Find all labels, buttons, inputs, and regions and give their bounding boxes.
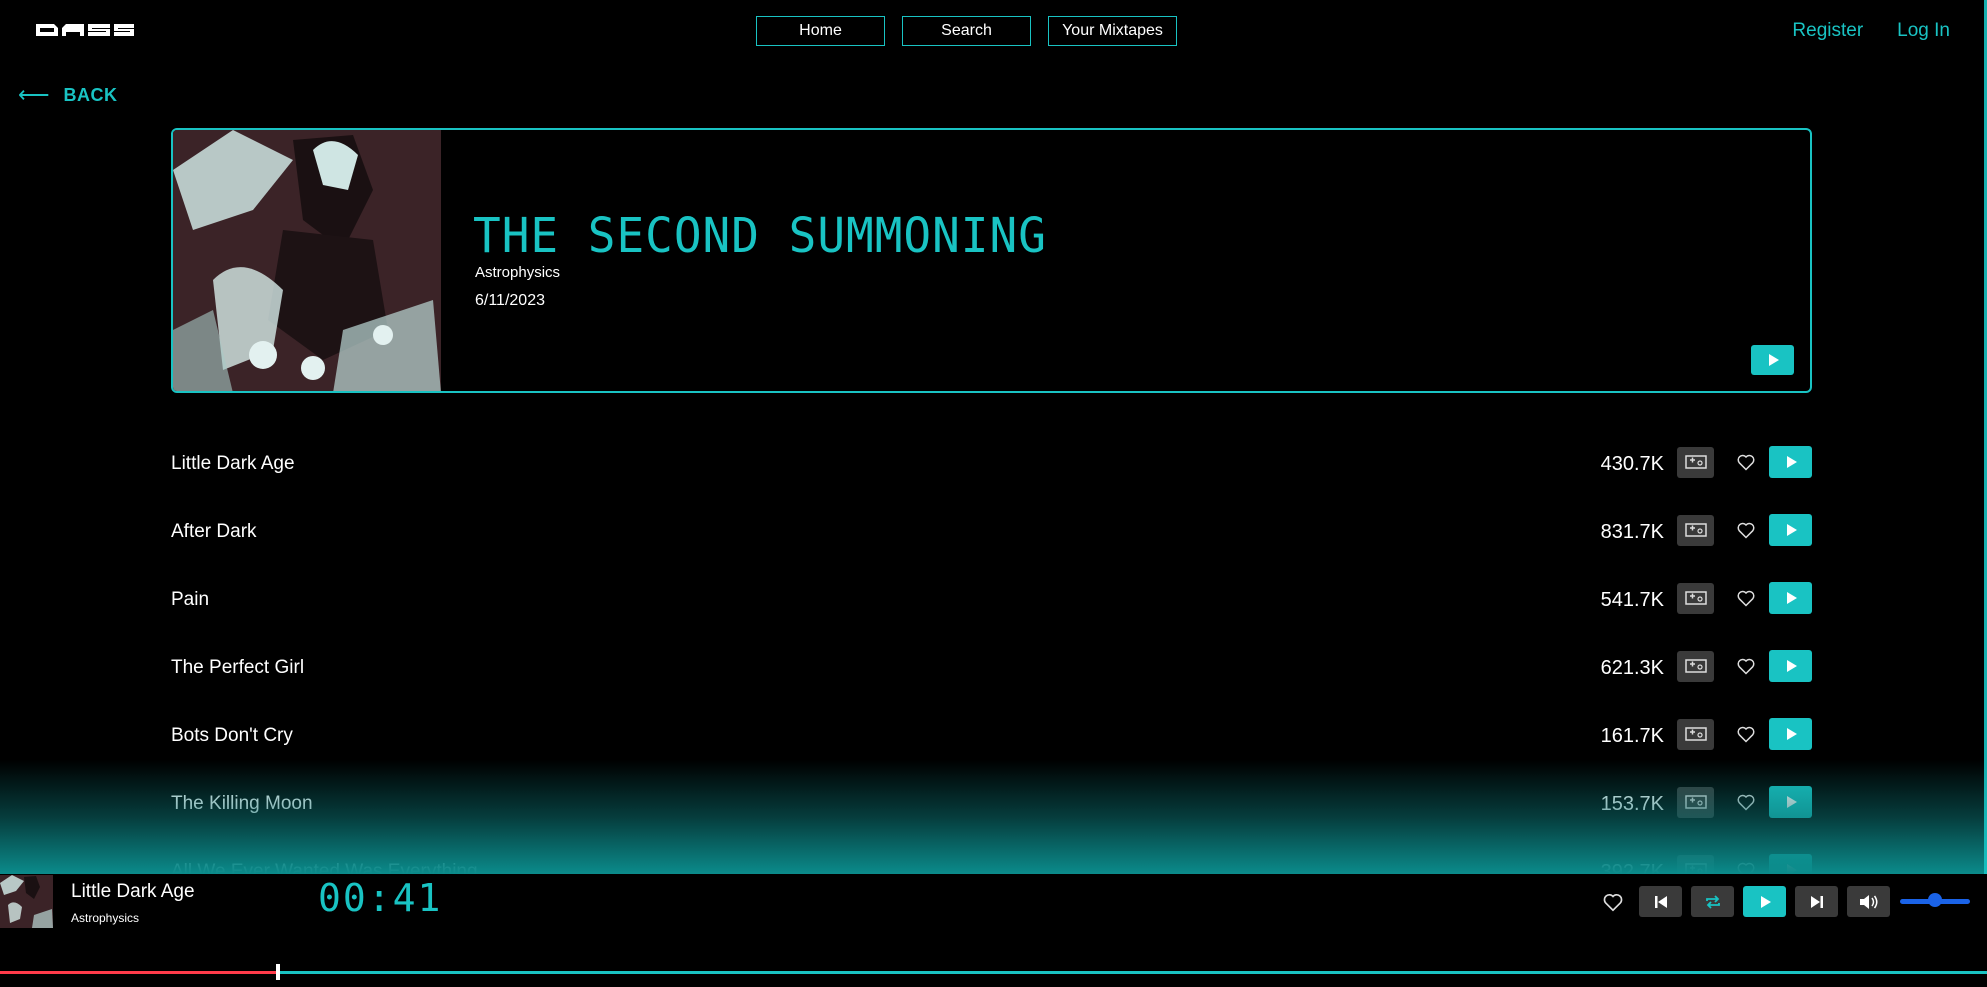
seek-progress [0,971,278,974]
play-icon [1787,796,1797,808]
play-icon [1769,354,1779,366]
add-to-mixtape-icon [1684,522,1707,537]
track-title[interactable]: The Killing Moon [171,793,313,815]
track-row[interactable]: Little Dark Age 430.7K [171,440,1812,508]
back-button[interactable]: ⟵ BACK [18,84,118,106]
play-icon [1787,524,1797,536]
play-track-button[interactable] [1769,582,1812,614]
album-date: 6/11/2023 [475,292,545,309]
add-to-mixtape-icon [1684,454,1707,469]
heart-icon[interactable] [1736,656,1756,676]
nav-search-button[interactable]: Search [902,16,1031,46]
track-list: Little Dark Age 430.7K After Dark 831.7K… [171,440,1812,916]
heart-icon[interactable] [1736,724,1756,744]
now-playing-bar: Little Dark Age Astrophysics 00:41 [0,874,1987,987]
add-to-mixtape-button[interactable] [1677,651,1714,682]
register-link[interactable]: Register [1792,20,1863,42]
play-icon [1787,456,1797,468]
play-album-button[interactable] [1751,345,1794,375]
track-plays: 430.7K [1600,453,1664,475]
nav-mixtapes-button[interactable]: Your Mixtapes [1048,16,1177,46]
add-to-mixtape-icon [1684,794,1707,809]
heart-icon[interactable] [1736,792,1756,812]
add-to-mixtape-button[interactable] [1677,515,1714,546]
album-title: THE SECOND SUMMONING [473,206,1047,264]
back-label: BACK [63,84,118,105]
add-to-mixtape-button[interactable] [1677,787,1714,818]
play-pause-button[interactable] [1743,886,1786,917]
add-to-mixtape-button[interactable] [1677,447,1714,478]
track-title[interactable]: Pain [171,589,209,611]
play-track-button[interactable] [1769,514,1812,546]
album-card: THE SECOND SUMMONING Astrophysics 6/11/2… [171,128,1812,393]
track-row[interactable]: After Dark 831.7K [171,508,1812,576]
track-title[interactable]: The Perfect Girl [171,657,304,679]
play-icon [1787,660,1797,672]
play-icon [1761,895,1771,908]
track-row[interactable]: The Perfect Girl 621.3K [171,644,1812,712]
album-artist[interactable]: Astrophysics [475,264,560,281]
previous-button[interactable] [1639,886,1682,917]
track-plays: 541.7K [1600,589,1664,611]
volume-icon [1859,894,1877,909]
now-playing-artist[interactable]: Astrophysics [71,911,139,925]
heart-icon[interactable] [1736,452,1756,472]
add-to-mixtape-button[interactable] [1677,719,1714,750]
seek-remaining [278,971,1987,974]
volume-thumb[interactable] [1928,893,1942,907]
play-track-button[interactable] [1769,650,1812,682]
track-title[interactable]: Little Dark Age [171,453,295,475]
play-track-button[interactable] [1769,786,1812,818]
track-plays: 831.7K [1600,521,1664,543]
track-plays: 161.7K [1600,725,1664,747]
add-to-mixtape-button[interactable] [1677,583,1714,614]
track-title[interactable]: After Dark [171,521,257,543]
heart-icon[interactable] [1736,520,1756,540]
track-title[interactable]: Bots Don't Cry [171,725,293,747]
track-row[interactable]: Pain 541.7K [171,576,1812,644]
heart-icon[interactable] [1602,891,1624,913]
album-cover [173,130,441,391]
play-track-button[interactable] [1769,718,1812,750]
add-to-mixtape-icon [1684,726,1707,741]
track-row[interactable]: The Killing Moon 153.7K [171,780,1812,848]
repeat-icon [1705,894,1720,909]
track-row[interactable]: Bots Don't Cry 161.7K [171,712,1812,780]
volume-slider[interactable] [1900,893,1970,907]
seek-thumb[interactable] [276,964,280,980]
heart-icon[interactable] [1736,588,1756,608]
add-to-mixtape-icon [1684,658,1707,673]
next-button[interactable] [1795,886,1838,917]
play-icon [1787,728,1797,740]
now-playing-title[interactable]: Little Dark Age [71,881,195,903]
repeat-button[interactable] [1691,886,1734,917]
track-plays: 153.7K [1600,793,1664,815]
elapsed-time: 00:41 [318,876,443,920]
track-plays: 621.3K [1600,657,1664,679]
nav-home-button[interactable]: Home [756,16,885,46]
volume-button[interactable] [1847,886,1890,917]
player-controls [1602,886,1890,917]
seek-bar[interactable] [0,964,1987,980]
skip-previous-icon [1654,895,1667,908]
add-to-mixtape-icon [1684,590,1707,605]
main-nav: Home Search Your Mixtapes [756,16,1177,46]
login-link[interactable]: Log In [1897,20,1950,42]
auth-links: Register Log In [1792,20,1950,42]
logo[interactable] [34,22,136,38]
play-icon [1787,592,1797,604]
play-track-button[interactable] [1769,446,1812,478]
now-playing-cover[interactable] [0,875,53,928]
skip-next-icon [1810,895,1823,908]
back-arrow-icon: ⟵ [18,82,50,107]
